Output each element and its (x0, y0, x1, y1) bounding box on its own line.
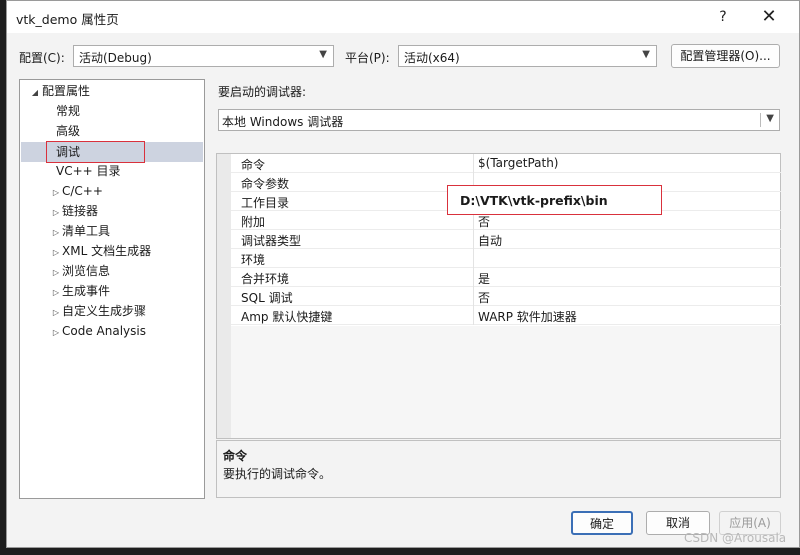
tree-item-label: VC++ 目录 (56, 164, 121, 178)
debugger-label: 要启动的调试器: (218, 85, 307, 99)
tree-item-vc-directories[interactable]: VC++ 目录 (56, 161, 121, 181)
property-value[interactable]: 否 (478, 289, 490, 306)
collapsed-triangle-icon: ▷ (52, 228, 60, 237)
help-button[interactable]: ? (709, 5, 737, 29)
tree-root-config-properties[interactable]: ◢ 配置属性 (28, 81, 90, 101)
working-directory-callout-text: D:\VTK\vtk-prefix\bin (460, 193, 608, 208)
ok-button[interactable]: 确定 (571, 511, 633, 535)
property-name: Amp 默认快捷键 (241, 310, 333, 324)
collapsed-triangle-icon: ▷ (52, 288, 60, 297)
debugger-select-value: 本地 Windows 调试器 (222, 115, 344, 129)
property-tree: ◢ 配置属性 常规 高级 调试 VC++ 目录 ▷ C/C++ ▷ 链接器 ▷ 清单工具… (19, 79, 205, 499)
config-label: 配置(C): (19, 51, 65, 65)
chevron-down-icon: ▼ (319, 49, 327, 60)
config-manager-button[interactable]: 配置管理器(O)... (671, 44, 780, 68)
close-button[interactable]: ✕ (755, 5, 783, 29)
tree-item-linker[interactable]: ▷ 链接器 (50, 201, 98, 221)
property-name: 合并环境 (241, 272, 290, 286)
platform-select-value: 活动(x64) (404, 51, 460, 65)
property-row-command[interactable]: 命令 $(TargetPath) (231, 154, 781, 173)
tree-root-label: 配置属性 (42, 84, 91, 98)
property-value[interactable]: WARP 软件加速器 (478, 308, 577, 325)
tree-item-label: XML 文档生成器 (62, 244, 152, 258)
property-row-sql-debugging[interactable]: SQL 调试 否 (231, 287, 781, 306)
title-bar: vtk_demo 属性页 ? ✕ (7, 1, 799, 33)
property-name: 附加 (241, 215, 266, 229)
config-select[interactable]: 活动(Debug) ▼ (73, 45, 334, 67)
collapsed-triangle-icon: ▷ (52, 248, 60, 257)
watermark: CSDN @Arousala (684, 531, 787, 545)
tree-item-xml-doc[interactable]: ▷ XML 文档生成器 (50, 241, 151, 261)
property-row-environment[interactable]: 环境 (231, 249, 781, 268)
tree-item-build-events[interactable]: ▷ 生成事件 (50, 281, 110, 301)
working-directory-callout: D:\VTK\vtk-prefix\bin (447, 185, 662, 215)
tree-item-label: 常规 (56, 104, 81, 118)
tree-item-code-analysis[interactable]: ▷ Code Analysis (50, 321, 146, 341)
property-name: 工作目录 (241, 196, 290, 210)
combo-separator (760, 113, 761, 127)
collapsed-triangle-icon: ▷ (52, 308, 60, 317)
config-select-value: 活动(Debug) (79, 51, 152, 65)
tree-item-label: 清单工具 (62, 224, 111, 238)
chevron-down-icon: ▼ (642, 49, 650, 60)
property-name: 命令 (241, 158, 266, 172)
property-value[interactable]: 否 (478, 213, 490, 230)
description-pane: 命令 要执行的调试命令。 (216, 440, 781, 498)
collapsed-triangle-icon: ▷ (52, 188, 60, 197)
property-row-merge-environment[interactable]: 合并环境 是 (231, 268, 781, 287)
property-name: 调试器类型 (241, 234, 302, 248)
property-name: SQL 调试 (241, 291, 293, 305)
property-name: 命令参数 (241, 177, 290, 191)
property-value[interactable]: 自动 (478, 232, 502, 249)
property-pages-dialog: vtk_demo 属性页 ? ✕ 配置(C): 活动(Debug) ▼ 平台(P… (6, 0, 800, 548)
tree-item-browse-info[interactable]: ▷ 浏览信息 (50, 261, 110, 281)
tree-item-label: 生成事件 (62, 284, 111, 298)
tree-item-label: 高级 (56, 124, 81, 138)
property-name: 环境 (241, 253, 266, 267)
chevron-down-icon: ▼ (766, 113, 774, 124)
expanded-triangle-icon: ◢ (31, 88, 39, 97)
property-row-amp-accelerator[interactable]: Amp 默认快捷键 WARP 软件加速器 (231, 306, 781, 325)
tree-item-custom-build[interactable]: ▷ 自定义生成步骤 (50, 301, 146, 321)
tree-item-c-cpp[interactable]: ▷ C/C++ (50, 181, 103, 201)
platform-select[interactable]: 活动(x64) ▼ (398, 45, 657, 67)
property-value[interactable]: 是 (478, 270, 490, 287)
description-text: 要执行的调试命令。 (223, 467, 332, 481)
tree-item-label: C/C++ (62, 184, 103, 198)
tree-item-label: 浏览信息 (62, 264, 111, 278)
collapsed-triangle-icon: ▷ (52, 268, 60, 277)
description-title: 命令 (223, 449, 248, 463)
tree-item-label: 链接器 (62, 204, 99, 218)
collapsed-triangle-icon: ▷ (52, 328, 60, 337)
grid-gutter (217, 154, 231, 438)
tree-item-label: 自定义生成步骤 (62, 304, 147, 318)
debugger-select[interactable]: 本地 Windows 调试器 ▼ (218, 109, 780, 131)
tree-item-general[interactable]: 常规 (56, 101, 80, 121)
tree-item-label: Code Analysis (62, 324, 146, 338)
property-value[interactable]: $(TargetPath) (478, 156, 558, 170)
property-row-debugger-type[interactable]: 调试器类型 自动 (231, 230, 781, 249)
tree-item-advanced[interactable]: 高级 (56, 121, 80, 141)
tree-item-manifest-tool[interactable]: ▷ 清单工具 (50, 221, 110, 241)
platform-label: 平台(P): (345, 51, 390, 65)
collapsed-triangle-icon: ▷ (52, 208, 60, 217)
highlight-box-debugging (46, 141, 145, 163)
window-title: vtk_demo 属性页 (16, 12, 119, 27)
